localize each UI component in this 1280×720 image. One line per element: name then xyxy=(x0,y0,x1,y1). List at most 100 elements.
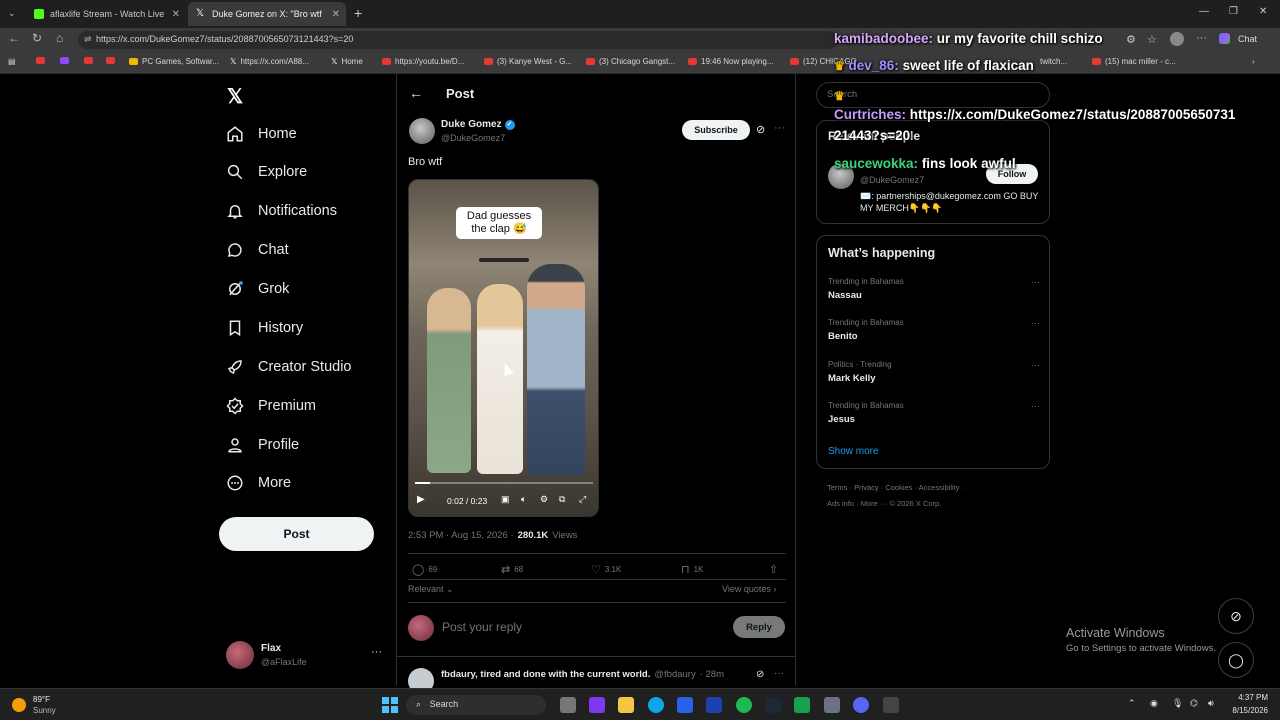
relevant-person-handle[interactable]: @DukeGomez7 xyxy=(860,175,924,185)
refresh-icon[interactable]: ↻ xyxy=(32,31,42,45)
clock-time[interactable]: 4:37 PM xyxy=(1228,693,1268,702)
reply-author-name[interactable]: fbdaury, tired and done with the current… xyxy=(441,669,650,680)
volume-icon[interactable]: 🔊︎ xyxy=(1208,698,1214,709)
store-icon[interactable] xyxy=(677,697,693,713)
author-handle[interactable]: @DukeGomez7 xyxy=(441,133,505,143)
bookmark-now-playing[interactable]: 19:46 Now playing... xyxy=(688,57,774,66)
like-action[interactable]: ♡ 3.1K xyxy=(591,563,621,576)
edge-icon[interactable] xyxy=(648,697,664,713)
trend-more-icon[interactable]: ··· xyxy=(1031,277,1040,287)
trend-more-icon[interactable]: ··· xyxy=(1031,360,1040,370)
app-icon[interactable] xyxy=(706,697,722,713)
weather-sun-icon[interactable] xyxy=(12,698,26,712)
profile-avatar-icon[interactable] xyxy=(1170,32,1184,46)
captions-icon[interactable]: ▣ xyxy=(501,494,510,505)
sidebar-item-creator-studio[interactable]: Creator Studio xyxy=(226,353,352,381)
tray-overflow-icon[interactable]: ⌃ xyxy=(1128,698,1136,709)
fullscreen-icon[interactable]: ⤢ xyxy=(579,494,586,505)
compose-post-button[interactable]: Post xyxy=(219,517,374,551)
tray-app-icon[interactable]: ◉ xyxy=(1150,698,1158,709)
clock-date[interactable]: 8/15/2026 xyxy=(1222,706,1268,715)
settings-icon[interactable] xyxy=(824,697,840,713)
grok-explain-icon[interactable]: ⊘ xyxy=(756,669,764,680)
taskbar-search-field[interactable]: ⌕ Search xyxy=(406,695,546,715)
copilot-icon[interactable] xyxy=(1219,33,1230,44)
footer-links[interactable]: Ads info · More ··· © 2026 X Corp. xyxy=(827,499,941,508)
x-logo-icon[interactable]: 𝕏 xyxy=(227,84,243,109)
sidebar-item-more[interactable]: More xyxy=(226,469,291,497)
minimize-icon[interactable]: — xyxy=(1199,6,1209,17)
show-more-link[interactable]: Show more xyxy=(828,446,879,457)
bookmark-twitch-icon[interactable] xyxy=(60,57,69,64)
reply-button[interactable]: Reply xyxy=(733,616,785,638)
volume-icon[interactable]: 🔈︎ xyxy=(521,494,526,505)
task-view-icon[interactable] xyxy=(560,697,576,713)
app-icon[interactable] xyxy=(794,697,810,713)
author-name-row[interactable]: Duke Gomez ✓ xyxy=(441,119,515,130)
spotify-icon[interactable] xyxy=(736,697,752,713)
trend-more-icon[interactable]: ··· xyxy=(1031,401,1040,411)
close-tab-icon[interactable]: ✕ xyxy=(172,9,180,20)
sidebar-item-history[interactable]: History xyxy=(226,314,303,342)
new-tab-icon[interactable]: + xyxy=(354,5,362,21)
tab-kick-stream[interactable]: aflaxlife Stream - Watch Live on Ki ✕ xyxy=(26,2,186,26)
site-info-icon[interactable]: ⇌ xyxy=(84,34,92,45)
post-timestamp[interactable]: 2:53 PM · Aug 15, 2026 · xyxy=(408,530,514,541)
reply-action[interactable]: ◯ 69 xyxy=(412,563,437,576)
search-input[interactable]: Search xyxy=(816,82,1050,108)
steam-icon[interactable] xyxy=(765,697,781,713)
app-icon[interactable] xyxy=(589,697,605,713)
bookmark-kanye[interactable]: (3) Kanye West - G... xyxy=(484,57,572,66)
bookmark-pc-games[interactable]: PC Games, Softwar... xyxy=(129,57,219,66)
bookmark-x-link[interactable]: 𝕏https://x.com/A88... xyxy=(230,57,309,66)
bookmark-youtube-icon[interactable] xyxy=(106,57,115,64)
browser-menu-icon[interactable]: ··· xyxy=(1196,32,1207,44)
author-avatar[interactable] xyxy=(409,118,435,144)
grok-explain-icon[interactable]: ⊘ xyxy=(756,123,765,136)
account-switcher[interactable]: Flax @aFlaxLife ··· xyxy=(226,640,401,672)
app-icon[interactable] xyxy=(883,697,899,713)
footer-links[interactable]: Terms · Privacy · Cookies · Accessibilit… xyxy=(827,483,964,492)
weather-desc[interactable]: Sunny xyxy=(33,706,56,715)
windows-start-icon[interactable] xyxy=(382,697,398,713)
extensions-icon[interactable]: ⚙ xyxy=(1126,33,1136,46)
bookmark-mac-miller[interactable]: (15) mac miller - c... xyxy=(1092,57,1176,66)
tab-menu-chevron-icon[interactable]: ⌄ xyxy=(8,8,16,19)
bookmark-home[interactable]: 𝕏 Home xyxy=(331,57,363,66)
copilot-chat-button[interactable]: Chat xyxy=(1238,34,1257,44)
reply-author-handle[interactable]: @fbdaury xyxy=(654,669,695,680)
subscribe-button[interactable]: Subscribe xyxy=(682,120,750,140)
sidebar-item-notifications[interactable]: Notifications xyxy=(226,197,337,225)
bookmark-action[interactable]: ⊓ 1K xyxy=(681,563,703,576)
bookmark-chicago[interactable]: (3) Chicago Gangst... xyxy=(586,57,675,66)
sidebar-item-premium[interactable]: Premium xyxy=(226,392,316,420)
bookmark-youtube-link[interactable]: https://youtu.be/D... xyxy=(382,57,464,66)
restore-icon[interactable]: ❐ xyxy=(1229,6,1238,17)
home-icon[interactable]: ⌂ xyxy=(56,31,63,45)
picture-in-picture-icon[interactable]: ⧉ xyxy=(559,494,565,505)
view-quotes-link[interactable]: View quotes › xyxy=(722,584,776,594)
favorite-star-icon[interactable]: ☆ xyxy=(1147,33,1157,46)
trend-item[interactable]: Trending in Bahamas Benito ··· xyxy=(828,318,1040,342)
sidebar-item-home[interactable]: Home xyxy=(226,120,297,148)
reply-input[interactable]: Post your reply xyxy=(442,620,522,634)
reply-sort-dropdown[interactable]: Relevant ⌄ xyxy=(408,584,454,595)
tab-x-post[interactable]: 𝕏 Duke Gomez on X: "Bro wtf h ✕ xyxy=(188,2,346,26)
sidebar-item-grok[interactable]: Grok xyxy=(226,275,289,303)
network-icon[interactable]: ⌬ xyxy=(1190,698,1198,709)
settings-gear-icon[interactable]: ⚙ xyxy=(540,494,548,505)
close-tab-icon[interactable]: ✕ xyxy=(332,9,340,20)
close-window-icon[interactable]: ✕ xyxy=(1259,6,1267,17)
account-more-icon[interactable]: ··· xyxy=(371,646,382,658)
share-action[interactable]: ⇧ xyxy=(769,563,778,576)
trend-item[interactable]: Trending in Bahamas Jesus ··· xyxy=(828,401,1040,425)
bookmark-youtube-icon[interactable] xyxy=(36,57,45,64)
video-player[interactable]: Dad guesses the clap 😅 ▶ 0:02 / 0:23 ▣ 🔈… xyxy=(408,179,599,517)
file-explorer-icon[interactable] xyxy=(618,697,634,713)
sidebar-item-profile[interactable]: Profile xyxy=(226,431,299,459)
back-icon[interactable]: ← xyxy=(8,31,20,45)
url-field[interactable]: ⇌ https://x.com/DukeGomez7/status/208870… xyxy=(78,31,838,49)
bookmark-twitch[interactable]: twitch... xyxy=(1040,57,1067,66)
trend-item[interactable]: Trending in Bahamas Nassau ··· xyxy=(828,277,1040,301)
video-progress-track[interactable] xyxy=(415,482,593,484)
